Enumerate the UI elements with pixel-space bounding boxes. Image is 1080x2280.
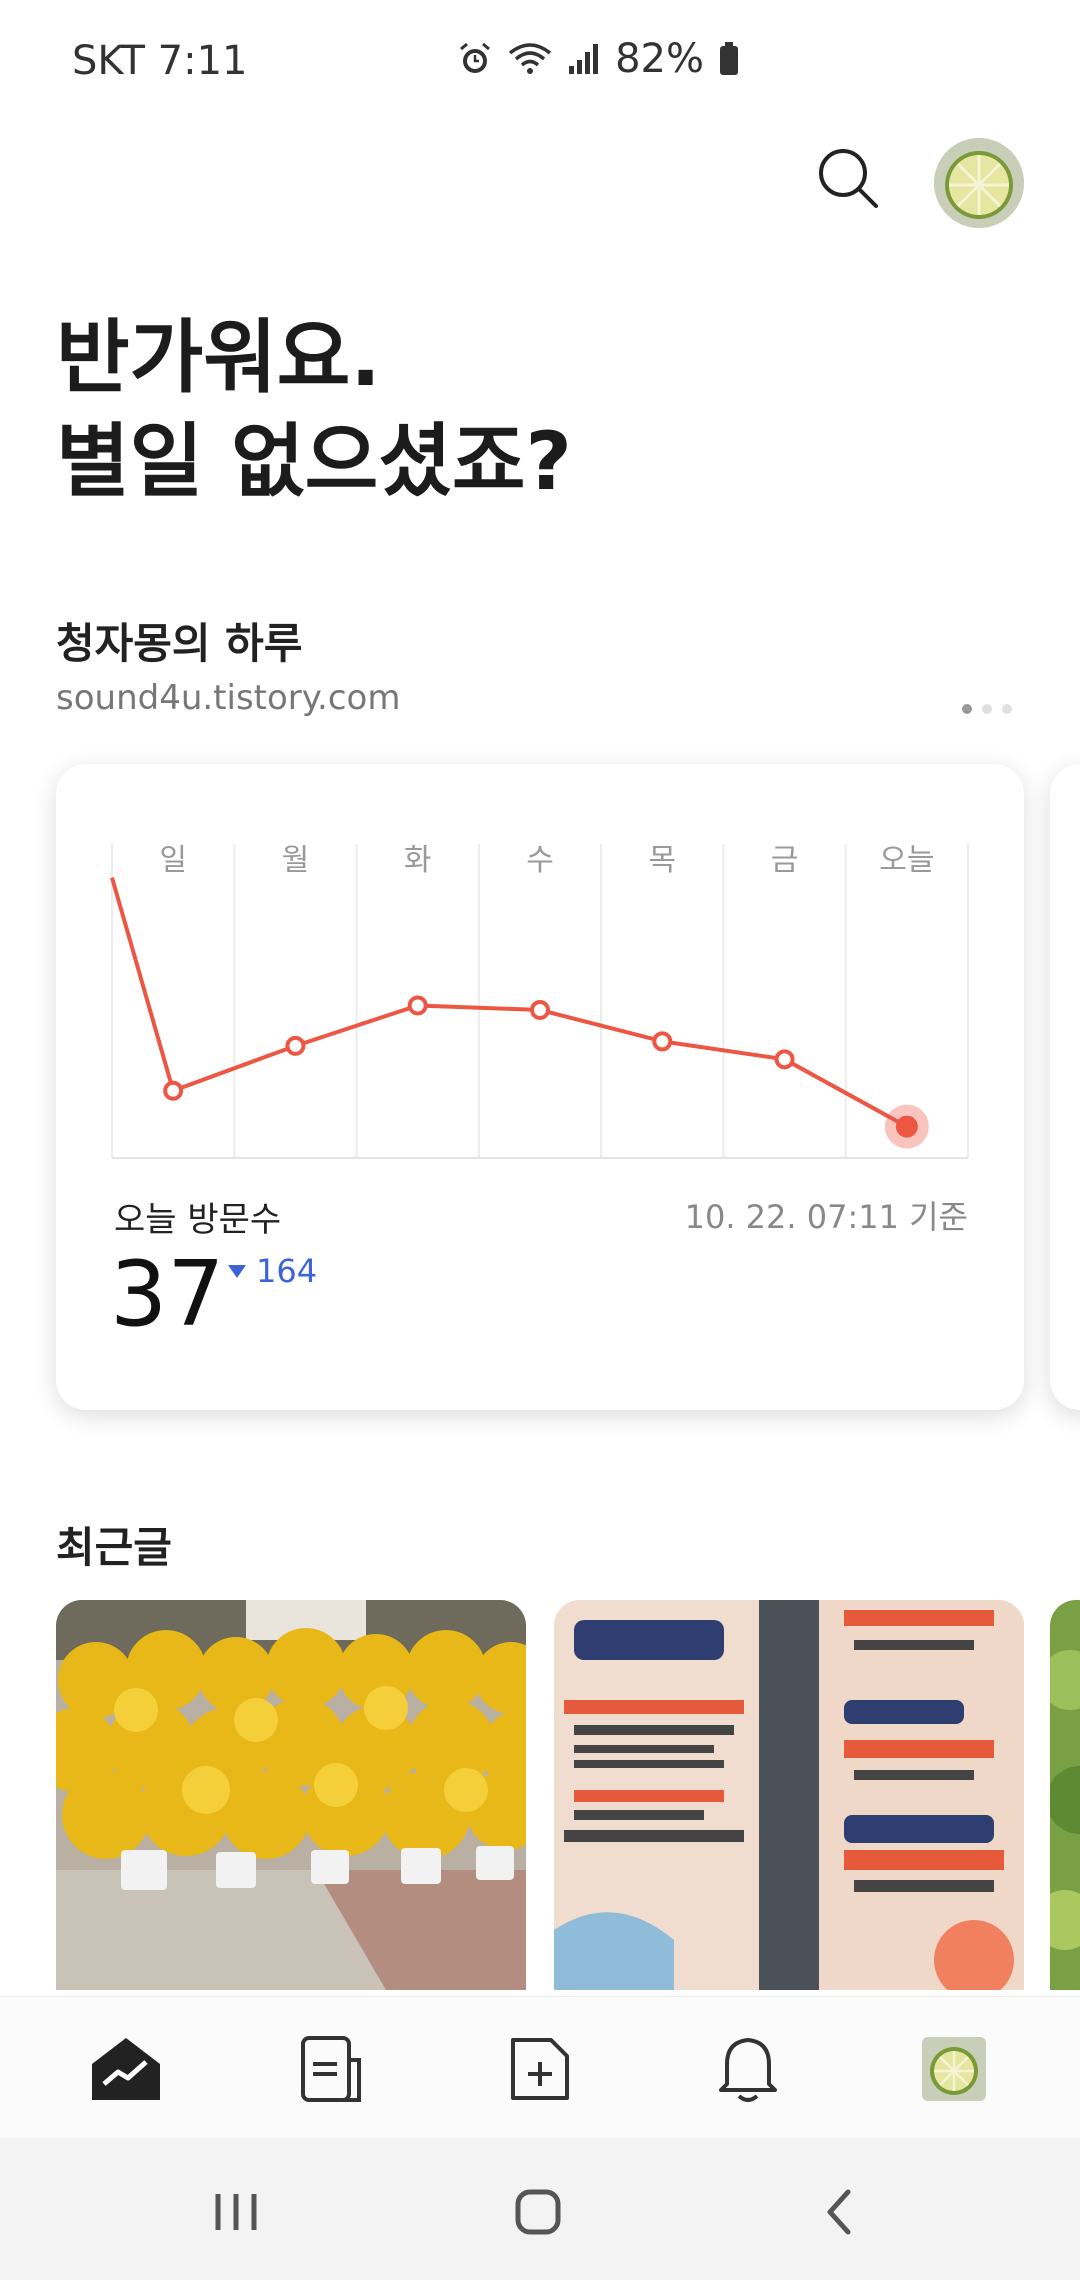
down-triangle-icon <box>228 1264 246 1278</box>
posts-icon <box>301 2036 361 2102</box>
status-bar: SKT 7:11 82% <box>0 0 1080 120</box>
chart-x-label: 월 <box>282 843 310 878</box>
chart-point <box>895 1115 918 1138</box>
nav-posts-button[interactable] <box>294 2031 370 2107</box>
search-button[interactable] <box>816 146 880 210</box>
chart-point <box>774 1049 795 1070</box>
visits-change: 164 <box>228 1252 317 1290</box>
recent-apps-icon <box>215 2194 257 2230</box>
alarm-icon <box>457 41 493 77</box>
home-button[interactable] <box>508 2182 568 2242</box>
signal-icon <box>567 42 601 76</box>
nav-notifications-button[interactable] <box>710 2031 786 2107</box>
nav-new-post-button[interactable] <box>502 2031 578 2107</box>
nav-stats-button[interactable] <box>88 2031 164 2107</box>
weekly-visits-chart: 일 월 화 수 목 금 오늘 <box>110 843 969 1159</box>
greeting-line-2: 별일 없으셨죠? <box>56 415 572 508</box>
profile-avatar[interactable] <box>934 138 1024 228</box>
recent-posts-title: 최근글 <box>56 1523 172 1572</box>
chart-x-label: 오늘 <box>879 843 934 878</box>
blog-name[interactable]: 청자몽의 하루 <box>56 610 302 671</box>
stats-timestamp: 10. 22. 07:11 기준 <box>684 1198 968 1236</box>
chart-x-label: 목 <box>648 843 676 878</box>
visits-change-value: 164 <box>256 1252 318 1290</box>
back-button[interactable] <box>810 2182 870 2242</box>
chart-x-label: 화 <box>404 843 432 878</box>
battery-percent: 82% <box>615 36 704 82</box>
battery-icon <box>718 41 740 77</box>
recent-post-thumbnail-peek[interactable] <box>1050 1600 1080 1990</box>
chart-point <box>530 999 550 1020</box>
search-icon <box>819 149 878 208</box>
blog-url[interactable]: sound4u.tistory.com <box>56 678 400 718</box>
back-icon <box>827 2189 851 2235</box>
greeting-line-1: 반가워요. <box>56 311 381 404</box>
festival-poster-photo <box>554 1600 1024 1990</box>
chart-point <box>407 995 428 1016</box>
recent-post-thumbnail[interactable] <box>56 1600 526 1990</box>
carrier-time: SKT 7:11 <box>72 38 248 84</box>
wifi-icon <box>507 41 553 77</box>
home-icon <box>515 2189 561 2235</box>
new-post-icon <box>511 2038 569 2100</box>
page-dot-active <box>962 704 972 714</box>
nav-profile-button[interactable] <box>916 2031 992 2107</box>
page-dot <box>982 704 992 714</box>
recent-apps-button[interactable] <box>206 2182 266 2242</box>
recent-post-thumbnail[interactable] <box>554 1600 1024 1990</box>
green-tree-photo <box>1050 1600 1080 1990</box>
notifications-icon <box>719 2038 777 2102</box>
chart-x-label: 일 <box>159 843 187 878</box>
chart-x-label: 금 <box>771 843 799 878</box>
greeting-heading: 반가워요. 별일 없으셨죠? <box>56 306 572 514</box>
visitor-stats-card[interactable]: 일 월 화 수 목 금 오늘 오늘 방문수 10. 22. 07:11 기준 37 164 <box>56 764 1024 1410</box>
carousel-page-indicator <box>962 704 1012 714</box>
page-dot <box>1002 704 1012 714</box>
chart-point <box>285 1035 306 1056</box>
today-visits-label: 오늘 방문수 <box>114 1200 282 1240</box>
yellow-chrysanthemum-photo <box>56 1600 526 1990</box>
status-icons: 82% <box>457 36 740 82</box>
next-stats-card[interactable] <box>1050 764 1080 1410</box>
bottom-navigation <box>0 1996 1080 2138</box>
chart-series-line <box>110 877 908 1129</box>
chart-x-label: 수 <box>526 843 554 878</box>
system-navigation-bar <box>0 2138 1080 2280</box>
chart-point <box>163 1080 184 1101</box>
profile-icon <box>922 2037 986 2101</box>
today-visits-count: 37 <box>110 1242 225 1347</box>
chart-point <box>652 1031 673 1052</box>
lime-profile-avatar <box>934 138 1024 228</box>
stats-icon <box>92 2038 160 2100</box>
